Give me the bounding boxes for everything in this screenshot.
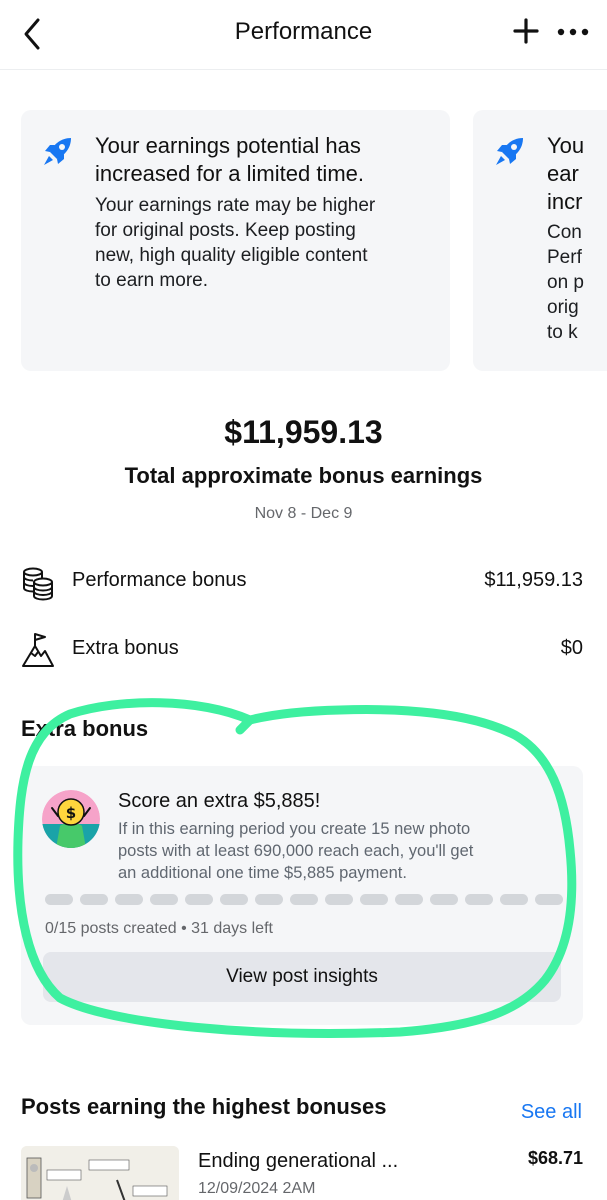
- total-bonus-amount: $11,959.13: [224, 414, 383, 450]
- progress-segment: [255, 894, 283, 905]
- card-heading: Your earnings potential has increased fo…: [95, 132, 364, 188]
- extra-bonus-value: $0: [560, 637, 583, 659]
- post-thumbnail[interactable]: [21, 1146, 179, 1200]
- card-body-line: to earn more.: [95, 270, 208, 291]
- svg-text:$: $: [66, 804, 76, 822]
- progress-segment: [80, 894, 108, 905]
- bonus-illustration-icon: $: [42, 790, 100, 848]
- card-body: Your earnings rate may be higher for ori…: [95, 193, 375, 293]
- see-all-link[interactable]: See all: [521, 1101, 582, 1124]
- progress-segment: [535, 894, 563, 905]
- progress-segment: [45, 894, 73, 905]
- card-heading: You ear incr: [547, 132, 584, 216]
- post-date: 12/09/2024 2AM: [198, 1180, 316, 1197]
- top-posts-section-title: Posts earning the highest bonuses: [21, 1094, 387, 1119]
- earnings-potential-card[interactable]: Your earnings potential has increased fo…: [21, 110, 450, 371]
- progress-segment: [360, 894, 388, 905]
- mountain-flag-icon: [22, 633, 54, 667]
- card-body-line: Your earnings rate may be higher: [95, 195, 376, 216]
- rocket-icon: [496, 138, 523, 165]
- post-title[interactable]: Ending generational ...: [198, 1150, 398, 1173]
- performance-bonus-label: Performance bonus: [72, 569, 247, 591]
- card-body-line: on p: [547, 272, 584, 293]
- extra-bonus-card: $ Score an extra $5,885! If in this earn…: [21, 766, 583, 1025]
- card-body-line: new, high quality eligible content: [95, 245, 368, 266]
- card-body-line: for original posts. Keep posting: [95, 220, 356, 241]
- extra-bonus-label: Extra bonus: [72, 637, 179, 659]
- description-line: posts with at least 690,000 reach each, …: [118, 842, 474, 860]
- progress-segment: [150, 894, 178, 905]
- progress-segment: [500, 894, 528, 905]
- card-heading-line: increased for a limited time.: [95, 161, 364, 186]
- earning-period: Nov 8 - Dec 9: [254, 505, 353, 522]
- card-heading-line: You: [547, 133, 585, 158]
- progress-segment: [430, 894, 458, 905]
- plus-icon[interactable]: [512, 17, 540, 45]
- extra-bonus-title: Score an extra $5,885!: [118, 790, 321, 812]
- posts-progress-status: 0/15 posts created • 31 days left: [45, 920, 273, 937]
- progress-segment: [325, 894, 353, 905]
- extra-bonus-section-title: Extra bonus: [21, 716, 149, 741]
- progress-segment: [465, 894, 493, 905]
- coins-stack-icon: [23, 567, 53, 601]
- progress-segment: [395, 894, 423, 905]
- card-body-line: to k: [547, 322, 578, 343]
- description-line: an additional one time $5,885 payment.: [118, 864, 407, 882]
- total-bonus-label: Total approximate bonus earnings: [124, 463, 483, 488]
- card-heading-line: ear: [547, 161, 579, 186]
- view-post-insights-button[interactable]: View post insights: [43, 952, 561, 1002]
- posts-progress-bar: [45, 894, 583, 906]
- progress-segment: [115, 894, 143, 905]
- progress-segment: [185, 894, 213, 905]
- extra-bonus-description: If in this earning period you create 15 …: [118, 818, 473, 884]
- more-options-icon[interactable]: [556, 23, 590, 41]
- rocket-icon: [44, 138, 71, 165]
- description-line: If in this earning period you create 15 …: [118, 820, 471, 838]
- progress-segment: [220, 894, 248, 905]
- card-heading-line: Your earnings potential has: [95, 133, 361, 158]
- performance-info-card[interactable]: You ear incr Con Perf on p orig to k: [473, 110, 607, 371]
- post-bonus-amount: $68.71: [527, 1148, 583, 1168]
- progress-segment: [290, 894, 318, 905]
- card-body-line: orig: [547, 297, 579, 318]
- card-heading-line: incr: [547, 189, 583, 214]
- card-body-line: Con: [547, 222, 582, 243]
- card-body-line: Perf: [547, 247, 582, 268]
- performance-bonus-value: $11,959.13: [484, 569, 583, 591]
- top-bar: Performance: [0, 0, 607, 70]
- card-body: Con Perf on p orig to k: [547, 220, 584, 345]
